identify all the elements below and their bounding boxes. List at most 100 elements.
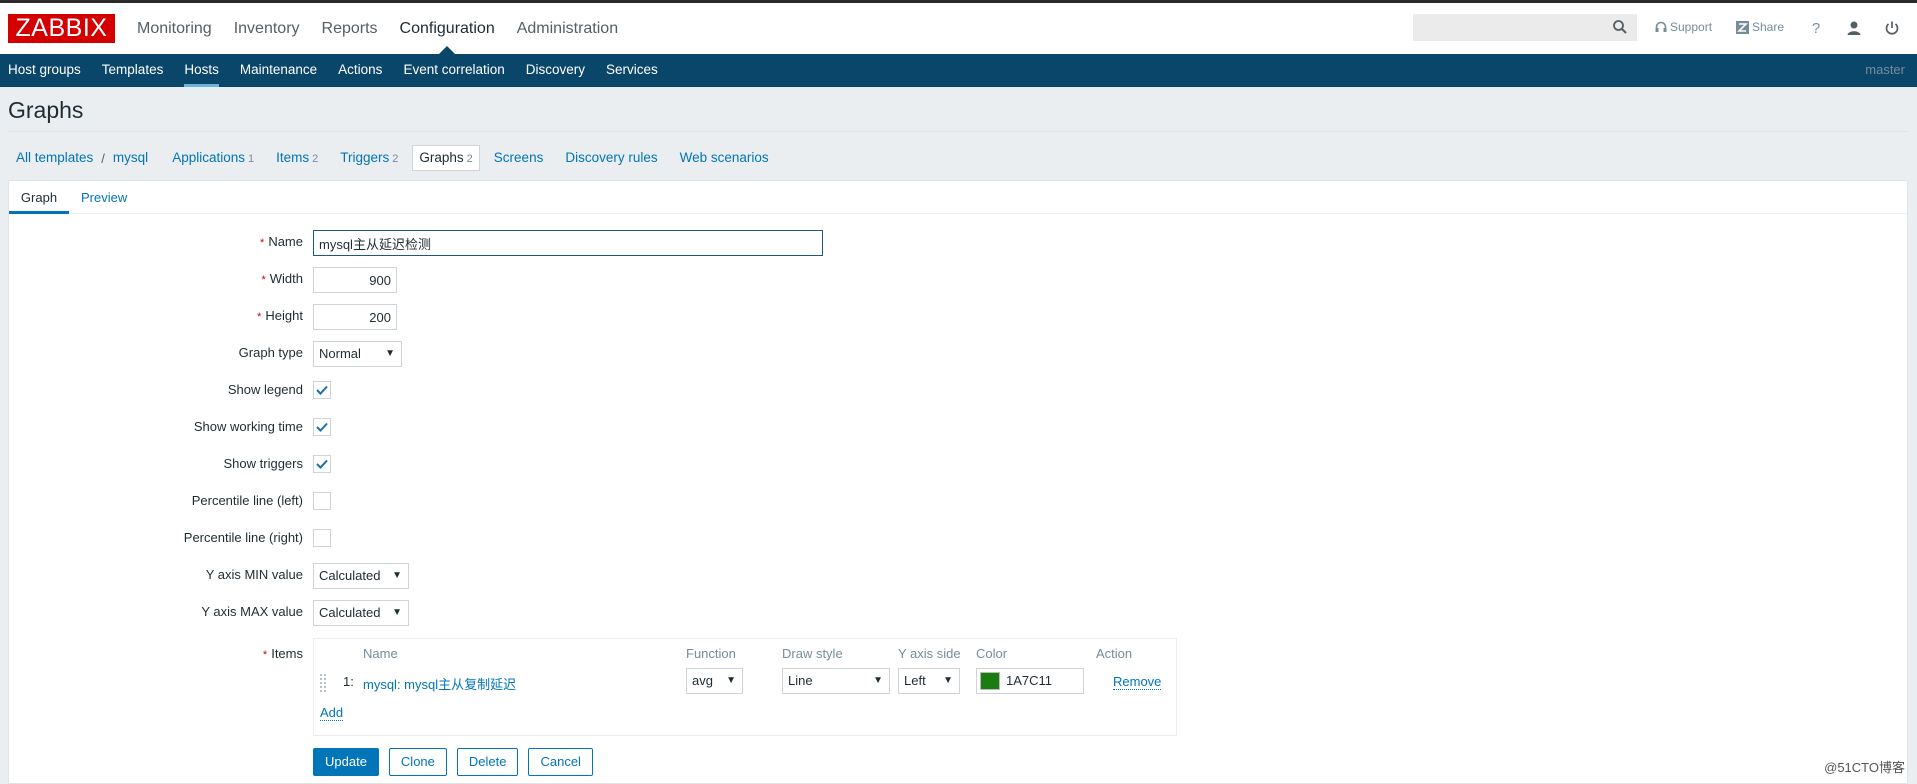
breadcrumb-template[interactable]: mysql: [107, 146, 154, 170]
submenu-discovery[interactable]: Discovery: [526, 54, 585, 87]
submenu-services[interactable]: Services: [606, 54, 658, 87]
power-icon[interactable]: [1881, 17, 1903, 39]
y-min-label: Y axis MIN value: [205, 567, 303, 582]
y-max-value: Calculated: [319, 605, 381, 620]
item-color-field[interactable]: 1A7C11: [976, 668, 1084, 694]
name-input[interactable]: [313, 230, 823, 256]
link-items[interactable]: Items 2: [270, 146, 324, 171]
submenu-actions[interactable]: Actions: [338, 54, 382, 87]
page-title: Graphs: [8, 97, 84, 123]
link-discovery-rules[interactable]: Discovery rules: [559, 146, 663, 170]
breadcrumb-separator: /: [101, 150, 105, 166]
remove-item-button[interactable]: Remove: [1113, 674, 1162, 690]
percentile-right-checkbox[interactable]: [313, 529, 331, 547]
column-header-action: Action: [1096, 646, 1133, 661]
submenu-hosts[interactable]: Hosts: [184, 54, 219, 87]
top-header: ZABBIX Monitoring Inventory Reports Conf…: [0, 3, 1917, 55]
checkmark-icon: [316, 459, 328, 469]
form-row-height: * Height: [9, 304, 1209, 334]
form-row-y-max: Y axis MAX value Calculated ▼: [9, 600, 1209, 630]
count-badge: 2: [466, 153, 473, 165]
clone-button[interactable]: Clone: [388, 748, 447, 776]
submenu-maintenance[interactable]: Maintenance: [240, 54, 317, 87]
item-index: 1:: [343, 674, 354, 689]
watermark: @51CTO博客: [1824, 760, 1905, 775]
show-working-time-label: Show working time: [193, 419, 303, 434]
link-triggers[interactable]: Triggers 2: [334, 146, 404, 171]
color-swatch[interactable]: [980, 672, 1000, 690]
y-min-value: Calculated: [319, 568, 381, 583]
percentile-right-label: Percentile line (right): [183, 530, 303, 545]
item-draw-style-select[interactable]: Line ▼: [782, 668, 890, 694]
link-label: Applications: [172, 149, 245, 165]
graph-type-select[interactable]: Normal ▼: [313, 341, 402, 367]
dropdown-arrow-icon: ▼: [392, 570, 402, 581]
share-label: Share: [1752, 20, 1785, 34]
required-mark: *: [260, 237, 265, 249]
share-link[interactable]: Share: [1736, 20, 1784, 34]
share-z-icon: [1736, 20, 1749, 34]
submenu-event-correlation[interactable]: Event correlation: [403, 54, 504, 87]
tab-preview[interactable]: Preview: [81, 181, 127, 214]
link-label: Graphs: [419, 150, 464, 165]
checkmark-icon: [316, 385, 328, 395]
add-item-button[interactable]: Add: [320, 705, 344, 721]
zabbix-logo[interactable]: ZABBIX: [8, 14, 115, 43]
y-max-select[interactable]: Calculated ▼: [313, 600, 409, 626]
tab-graph[interactable]: Graph: [9, 181, 69, 214]
item-function-select[interactable]: avg ▼: [686, 668, 743, 694]
user-icon[interactable]: [1843, 17, 1865, 39]
cancel-button[interactable]: Cancel: [528, 748, 593, 776]
show-working-time-checkbox[interactable]: [313, 418, 331, 436]
breadcrumb: All templates / mysql Applications 1 Item…: [16, 145, 775, 171]
form-row-name: * Name: [9, 230, 1209, 260]
form-row-show-working-time: Show working time: [9, 415, 1209, 445]
menu-reports[interactable]: Reports: [322, 3, 378, 54]
item-color-value[interactable]: 1A7C11: [1006, 669, 1052, 693]
form-row-width: * Width: [9, 267, 1209, 297]
item-y-axis-side-select[interactable]: Left ▼: [898, 668, 960, 694]
y-max-label: Y axis MAX value: [201, 604, 303, 619]
support-link[interactable]: Support: [1655, 20, 1712, 34]
show-triggers-label: Show triggers: [223, 456, 303, 471]
y-min-select[interactable]: Calculated ▼: [313, 563, 409, 589]
dropdown-arrow-icon: ▼: [873, 675, 883, 686]
help-icon[interactable]: ?: [1805, 17, 1827, 39]
column-header-color: Color: [976, 646, 1008, 661]
show-legend-label: Show legend: [227, 382, 303, 397]
height-input[interactable]: [313, 304, 397, 330]
form-row-graph-type: Graph type Normal ▼: [9, 341, 1209, 371]
percentile-left-checkbox[interactable]: [313, 492, 331, 510]
link-applications[interactable]: Applications 1: [166, 146, 260, 171]
width-label: * Width: [261, 267, 303, 292]
width-input[interactable]: [313, 267, 397, 293]
width-label-text: Width: [269, 271, 303, 286]
submenu-templates[interactable]: Templates: [102, 54, 164, 87]
headset-icon: [1655, 21, 1667, 32]
item-name-link[interactable]: mysql: mysql主从复制延迟: [363, 674, 516, 693]
drag-handle-icon[interactable]: [319, 673, 327, 693]
checkmark-icon: [316, 422, 328, 432]
update-button[interactable]: Update: [313, 748, 379, 776]
link-label: Triggers: [340, 149, 390, 165]
menu-configuration[interactable]: Configuration: [400, 3, 495, 55]
menu-monitoring[interactable]: Monitoring: [137, 3, 212, 54]
form-tabs: Graph Preview: [9, 181, 1907, 214]
link-graphs[interactable]: Graphs 2: [412, 145, 480, 171]
breadcrumb-all-templates[interactable]: All templates: [16, 146, 99, 170]
delete-button[interactable]: Delete: [456, 748, 519, 776]
column-header-y-axis-side: Y axis side: [898, 646, 961, 661]
submenu-host-groups[interactable]: Host groups: [8, 54, 81, 87]
items-label-text: Items: [271, 646, 303, 661]
required-mark: *: [262, 649, 268, 661]
search-input[interactable]: [1413, 14, 1637, 41]
search-icon[interactable]: [1612, 19, 1628, 35]
show-legend-checkbox[interactable]: [313, 381, 331, 399]
menu-administration[interactable]: Administration: [517, 3, 618, 54]
show-triggers-checkbox[interactable]: [313, 455, 331, 473]
menu-inventory[interactable]: Inventory: [234, 3, 300, 54]
link-web-scenarios[interactable]: Web scenarios: [674, 146, 775, 170]
link-screens[interactable]: Screens: [488, 146, 550, 170]
dropdown-arrow-icon: ▼: [385, 348, 395, 359]
title-divider: [8, 131, 1908, 132]
